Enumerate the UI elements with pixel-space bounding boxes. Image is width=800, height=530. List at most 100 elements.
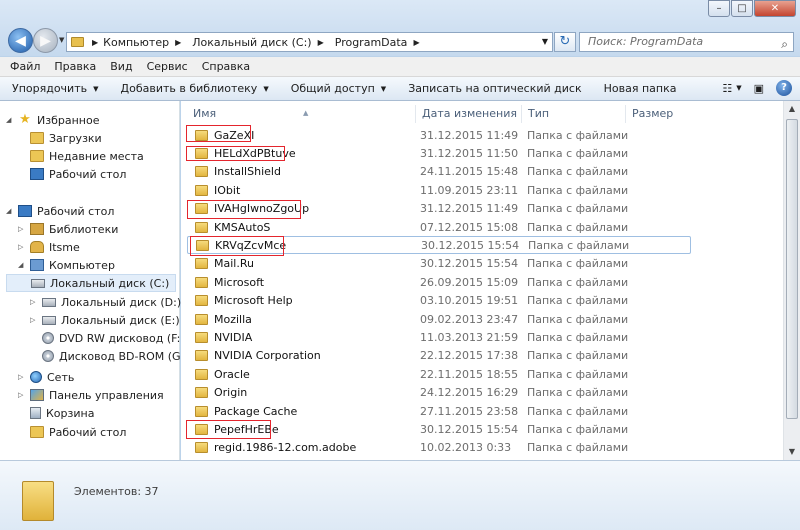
- nav-disk-e[interactable]: ▷ Локальный диск (E:): [30, 311, 180, 329]
- file-date: 30.12.2015 15:54: [421, 238, 520, 252]
- scroll-down-icon[interactable]: ▼: [784, 444, 800, 460]
- table-row[interactable]: regid.1986-12.com.adobe 10.02.2013 0:33 Па…: [187, 439, 691, 457]
- add-to-library-button[interactable]: Добавить в библиотеку ▼: [121, 82, 269, 95]
- nav-desktop-favorite[interactable]: Рабочий стол: [18, 165, 126, 183]
- column-header-name[interactable]: ▲ Имя: [187, 105, 416, 123]
- burn-button[interactable]: Записать на оптический диск: [408, 82, 581, 95]
- file-date: 31.12.2015 11:49: [420, 202, 519, 216]
- address-bar[interactable]: ▶ Компьютер ▶ Локальный диск (C:) ▶ Progra…: [66, 32, 553, 52]
- nav-favorites[interactable]: ◢ ★ Избранное: [6, 111, 99, 129]
- nav-desktop-folder[interactable]: Рабочий стол: [30, 423, 126, 441]
- menu-edit[interactable]: Правка: [54, 60, 96, 73]
- collapse-icon[interactable]: ◢: [6, 116, 18, 124]
- nav-desktop[interactable]: ◢ Рабочий стол: [6, 202, 114, 220]
- column-label: Дата изменения: [422, 107, 517, 120]
- table-row[interactable]: NVIDIA 11.03.2013 21:59 Папка с файлами: [187, 328, 691, 346]
- navigation-pane: ◢ ★ Избранное Загрузки Недавние места Рабо…: [0, 101, 189, 460]
- folder-icon: [195, 313, 208, 325]
- dvd-drive-icon: [42, 332, 54, 344]
- chevron-right-icon[interactable]: ▶: [175, 38, 181, 47]
- expand-icon[interactable]: ▷: [30, 298, 42, 306]
- star-icon: ★: [19, 112, 31, 127]
- table-row[interactable]: Mozilla 09.02.2013 23:47 Папка с файлами: [187, 310, 691, 328]
- folder-icon: [195, 276, 208, 288]
- nav-label: Загрузки: [49, 131, 102, 145]
- menu-file[interactable]: Файл: [10, 60, 40, 73]
- table-row[interactable]: InstallShield 24.11.2015 15:48 Папка с фай…: [187, 163, 691, 181]
- share-button[interactable]: Общий доступ ▼: [291, 82, 386, 95]
- vertical-scrollbar[interactable]: ▲ ▼: [783, 101, 800, 460]
- table-row[interactable]: Package Cache 27.11.2015 23:58 Папка с фай…: [187, 402, 691, 420]
- nav-recent-places[interactable]: Недавние места: [18, 147, 144, 165]
- breadcrumb-disk-c[interactable]: Локальный диск (C:) ▶: [192, 36, 329, 49]
- nav-user[interactable]: ▷ Itsme: [18, 238, 80, 256]
- chevron-right-icon[interactable]: ▶: [318, 38, 324, 47]
- scroll-up-icon[interactable]: ▲: [784, 101, 800, 117]
- refresh-button[interactable]: ↻: [554, 32, 576, 52]
- search-input[interactable]: Поиск: ProgramData ⌕: [579, 32, 794, 52]
- expand-icon[interactable]: ▷: [18, 391, 30, 399]
- nav-bd-drive[interactable]: Дисковод BD-ROM (G:): [42, 347, 189, 365]
- file-name: Package Cache: [214, 404, 298, 418]
- new-folder-button[interactable]: Новая папка: [604, 82, 677, 95]
- preview-pane-icon[interactable]: ▣: [754, 82, 764, 95]
- breadcrumb-programdata[interactable]: ProgramData ▶: [335, 36, 425, 49]
- folder-icon: [195, 331, 208, 343]
- file-type: Папка с файлами: [527, 165, 629, 179]
- organize-label: Упорядочить: [12, 82, 88, 95]
- view-options-icon[interactable]: ☷: [722, 82, 732, 95]
- nav-dvd-drive[interactable]: DVD RW дисковод (F:): [42, 329, 185, 347]
- nav-recycle-bin[interactable]: Корзина: [30, 404, 94, 422]
- nav-network[interactable]: ▷ Сеть: [18, 368, 74, 386]
- table-row[interactable]: Microsoft Help 03.10.2015 19:51 Папка с фа…: [187, 292, 691, 310]
- nav-disk-d[interactable]: ▷ Локальный диск (D:): [30, 293, 181, 311]
- highlight-box: [187, 200, 301, 219]
- table-row[interactable]: Mail.Ru 30.12.2015 15:54 Папка с файлами: [187, 255, 691, 273]
- drive-icon: [31, 278, 45, 288]
- help-icon[interactable]: ?: [776, 80, 792, 96]
- chevron-right-icon[interactable]: ▶: [413, 38, 419, 47]
- scrollbar-thumb[interactable]: [786, 119, 798, 419]
- collapse-icon[interactable]: ◢: [18, 261, 30, 269]
- back-button[interactable]: ◀: [8, 28, 33, 53]
- nav-label: DVD RW дисковод (F:): [59, 331, 185, 345]
- nav-computer[interactable]: ◢ Компьютер: [18, 256, 115, 274]
- table-row[interactable]: Microsoft 26.09.2015 15:09 Папка с файлами: [187, 273, 691, 291]
- column-header-type[interactable]: Тип: [522, 105, 626, 123]
- table-row[interactable]: Origin 24.12.2015 16:29 Папка с файлами: [187, 384, 691, 402]
- table-row[interactable]: NVIDIA Corporation 22.12.2015 17:38 Папка …: [187, 347, 691, 365]
- minimize-button[interactable]: –: [708, 0, 730, 17]
- recent-pages-dropdown[interactable]: ▼: [59, 36, 64, 44]
- nav-disk-c[interactable]: Локальный диск (C:): [6, 274, 176, 292]
- collapse-icon[interactable]: ◢: [6, 207, 18, 215]
- maximize-button[interactable]: □: [731, 0, 753, 17]
- table-row[interactable]: IObit 11.09.2015 23:11 Папка с файлами: [187, 181, 691, 199]
- column-header-date[interactable]: Дата изменения: [416, 105, 522, 123]
- nav-downloads[interactable]: Загрузки: [18, 129, 102, 147]
- menu-tools[interactable]: Сервис: [147, 60, 188, 73]
- menu-help[interactable]: Справка: [202, 60, 250, 73]
- table-row[interactable]: Oracle 22.11.2015 18:55 Папка с файлами: [187, 365, 691, 383]
- column-header-size[interactable]: Размер: [626, 105, 696, 123]
- breadcrumb-computer[interactable]: Компьютер ▶: [103, 36, 186, 49]
- expand-icon[interactable]: ▷: [30, 316, 42, 324]
- chevron-right-icon[interactable]: ▶: [92, 38, 98, 47]
- new-folder-label: Новая папка: [603, 82, 677, 95]
- nav-libraries[interactable]: ▷ Библиотеки: [18, 220, 118, 238]
- highlight-box: [186, 146, 285, 161]
- chevron-down-icon[interactable]: ▼: [736, 84, 741, 92]
- desktop-icon: [30, 168, 44, 180]
- organize-button[interactable]: Упорядочить ▼: [12, 82, 99, 95]
- forward-button[interactable]: ▶: [33, 28, 58, 53]
- table-row[interactable]: KMSAutoS 07.12.2015 15:08 Папка с файлами: [187, 218, 691, 236]
- table-row[interactable]: GaZeXI 31.12.2015 11:49 Папка с файлами: [187, 126, 691, 144]
- view-controls: ☷ ▼ ▣ ?: [710, 80, 792, 96]
- nav-control-panel[interactable]: ▷ Панель управления: [18, 386, 164, 404]
- menu-view[interactable]: Вид: [110, 60, 132, 73]
- expand-icon[interactable]: ▷: [18, 373, 30, 381]
- close-button[interactable]: ✕: [754, 0, 796, 17]
- expand-icon[interactable]: ▷: [18, 243, 30, 251]
- search-icon[interactable]: ⌕: [781, 35, 788, 53]
- expand-icon[interactable]: ▷: [18, 225, 30, 233]
- chevron-down-icon[interactable]: ▼: [542, 37, 548, 46]
